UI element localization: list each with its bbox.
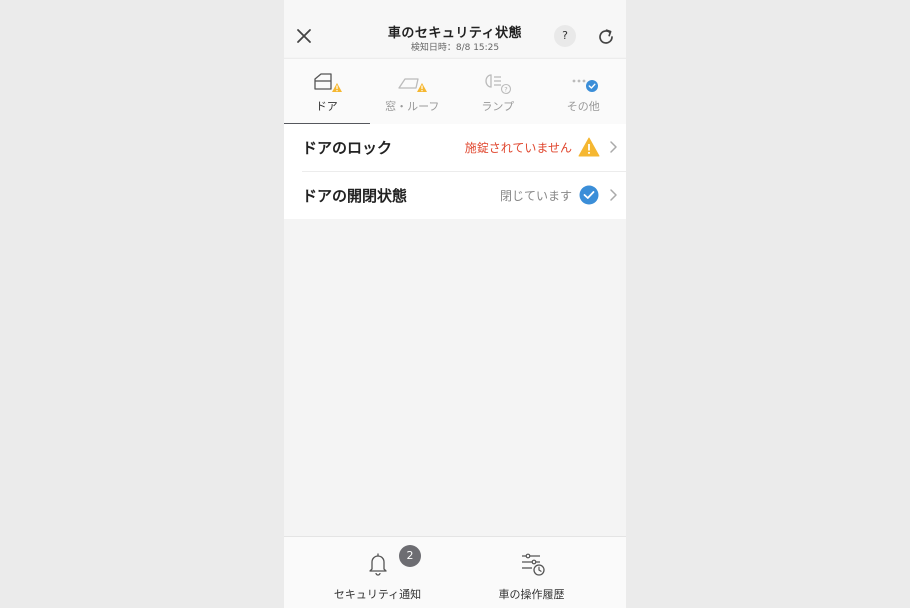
security-notifications-label: セキュリティ通知 [333, 588, 422, 601]
operation-history-label: 車の操作履歴 [498, 588, 565, 601]
door-open-state-status: 閉じています [499, 189, 572, 203]
window-icon [398, 78, 428, 92]
tab-window-roof[interactable]: 窓・ルーフ [370, 59, 456, 125]
list-item-door-open-state[interactable]: ドアの開閉状態 閉じています [302, 171, 626, 219]
svg-text:?: ? [504, 86, 507, 94]
security-notifications-button[interactable]: 2 セキュリティ通知 [292, 537, 463, 608]
warning-icon [578, 137, 600, 157]
notification-count-badge: 2 [399, 545, 421, 567]
door-open-state-label: ドアの開閉状態 [302, 187, 408, 205]
door-lock-label: ドアのロック [302, 139, 393, 157]
check-icon [579, 185, 599, 205]
door-lock-status: 施錠されていません [464, 141, 572, 155]
status-list: ドアのロック 施錠されていません ドアの開閉状態 閉じています [284, 124, 626, 219]
more-icon [572, 79, 599, 92]
tab-door-label: ドア [315, 100, 338, 113]
chevron-right-icon [610, 189, 617, 201]
door-icon [314, 73, 342, 92]
lamp-icon: ? [485, 74, 511, 95]
check-icon [586, 80, 599, 92]
operation-history-button[interactable]: 車の操作履歴 [446, 537, 617, 608]
tab-door[interactable]: ドア [284, 59, 370, 126]
tab-lamp[interactable]: ? ランプ [455, 59, 541, 125]
tab-lamp-label: ランプ [481, 100, 515, 113]
category-tabs: ドア 窓・ルーフ ? ランプ その他 [284, 58, 626, 126]
help-button[interactable]: ? [554, 25, 576, 47]
tab-other-label: その他 [566, 100, 600, 113]
bottom-navigation: 2 セキュリティ通知 車の操作履歴 [284, 536, 626, 608]
tab-window-roof-label: 窓・ルーフ [385, 100, 440, 113]
detection-time: 検知日時：8/8 15:25 [410, 43, 500, 53]
tab-other[interactable]: その他 [541, 59, 627, 125]
header: 車のセキュリティ状態 検知日時：8/8 15:25 ? [284, 0, 626, 57]
phone-screen: 車のセキュリティ状態 検知日時：8/8 15:25 ? ドア 窓・ルーフ ? ラ… [284, 0, 626, 608]
refresh-icon[interactable] [596, 27, 616, 47]
chevron-right-icon [610, 141, 617, 153]
history-icon [521, 553, 545, 576]
list-item-door-lock[interactable]: ドアのロック 施錠されていません [284, 124, 626, 171]
bell-icon [368, 553, 387, 576]
